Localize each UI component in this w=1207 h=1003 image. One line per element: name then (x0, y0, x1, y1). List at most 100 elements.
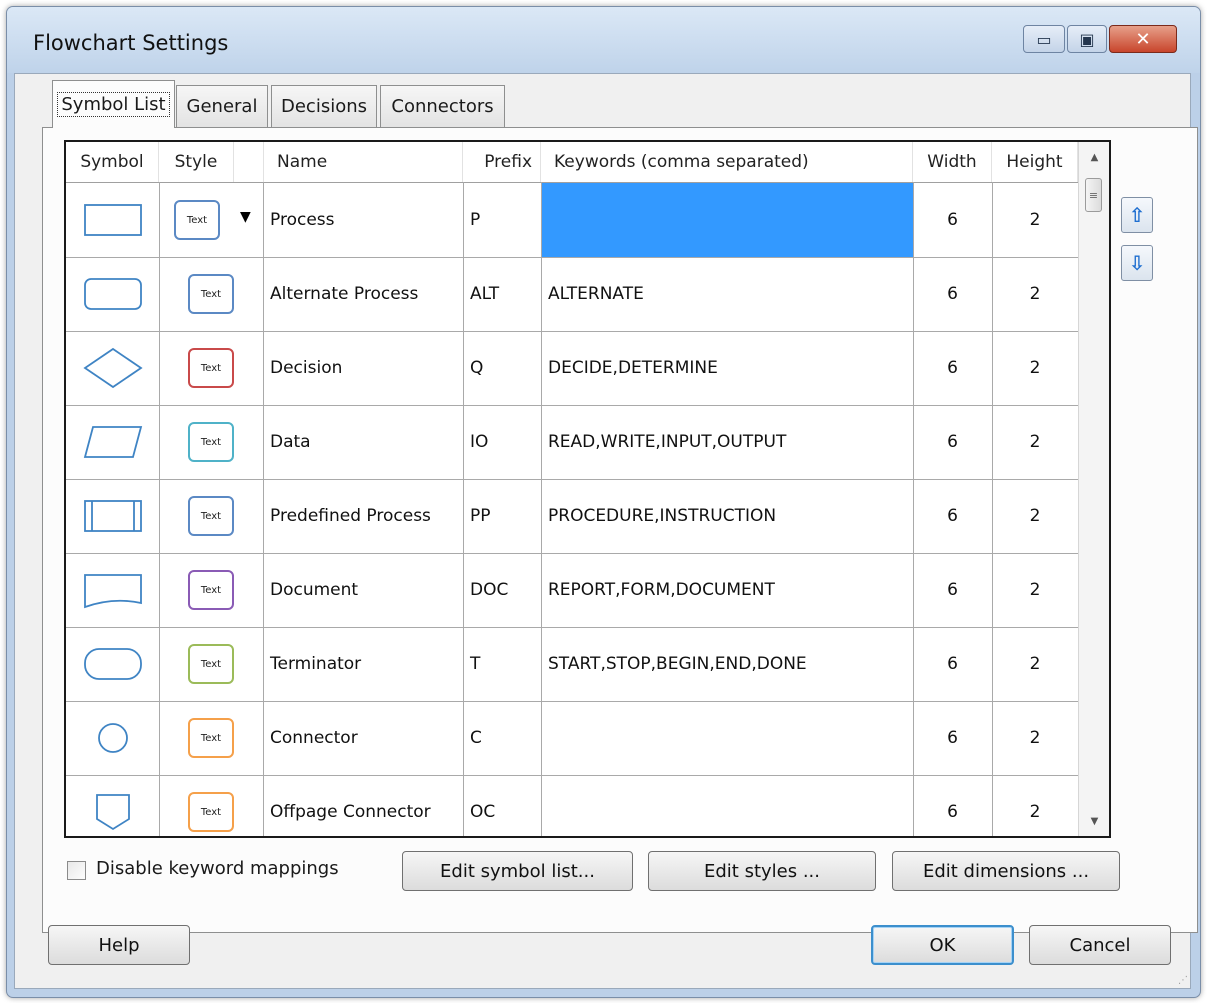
cell-width[interactable]: 6 (913, 331, 992, 404)
tab-label: Symbol List (57, 92, 170, 117)
move-down-button[interactable]: ⇩ (1121, 245, 1153, 281)
arrow-up-icon: ⇧ (1128, 203, 1146, 227)
cell-prefix[interactable]: IO (463, 405, 541, 478)
cell-prefix[interactable]: C (463, 701, 541, 774)
help-button[interactable]: Help (48, 925, 190, 965)
dialog-title: Flowchart Settings (33, 31, 229, 55)
cell-keywords[interactable] (541, 775, 913, 836)
style-swatch[interactable]: Text (188, 570, 234, 610)
tab-connectors[interactable]: Connectors (380, 85, 505, 127)
cell-name[interactable]: Offpage Connector (263, 775, 463, 836)
tab-label: Decisions (280, 96, 367, 117)
cell-name[interactable]: Alternate Process (263, 257, 463, 330)
cell-keywords[interactable] (541, 701, 913, 774)
cell-prefix[interactable]: ALT (463, 257, 541, 330)
column-header-width[interactable]: Width (913, 142, 992, 182)
cell-prefix[interactable]: P (463, 183, 541, 256)
style-swatch[interactable]: Text (188, 792, 234, 832)
scroll-up-icon[interactable]: ▲ (1079, 142, 1109, 172)
cell-keywords[interactable]: REPORT,FORM,DOCUMENT (541, 553, 913, 626)
maximize-button[interactable]: ▣ (1067, 25, 1107, 53)
cell-height[interactable]: 2 (992, 405, 1078, 478)
cell-prefix[interactable]: Q (463, 331, 541, 404)
cell-height[interactable]: 2 (992, 257, 1078, 330)
minimize-button[interactable]: ▭ (1023, 25, 1065, 53)
cell-height[interactable]: 2 (992, 479, 1078, 552)
cell-height[interactable]: 2 (992, 331, 1078, 404)
cell-name[interactable]: Process (263, 183, 463, 256)
disable-keyword-mappings-label[interactable]: Disable keyword mappings (96, 858, 339, 879)
column-divider (541, 182, 542, 836)
cell-name[interactable]: Predefined Process (263, 479, 463, 552)
style-swatch[interactable]: Text (188, 274, 234, 314)
style-swatch[interactable]: Text (188, 718, 234, 758)
column-divider (463, 182, 464, 836)
column-header-keywords[interactable]: Keywords (comma separated) (541, 142, 913, 182)
document-icon (66, 553, 159, 626)
edit-styles-button[interactable]: Edit styles ... (648, 851, 876, 891)
cell-name[interactable]: Data (263, 405, 463, 478)
column-header-name[interactable]: Name (263, 142, 463, 182)
cell-height[interactable]: 2 (992, 701, 1078, 774)
disable-keyword-mappings-checkbox[interactable] (67, 861, 86, 880)
style-swatch[interactable]: Text (188, 422, 234, 462)
style-swatch[interactable]: Text (188, 644, 234, 684)
tab-general[interactable]: General (176, 85, 268, 127)
process-icon (66, 183, 159, 256)
cell-height[interactable]: 2 (992, 553, 1078, 626)
cell-prefix[interactable]: PP (463, 479, 541, 552)
cell-height[interactable]: 2 (992, 183, 1078, 256)
cell-prefix[interactable]: OC (463, 775, 541, 836)
edit-dimensions-button[interactable]: Edit dimensions ... (892, 851, 1120, 891)
column-header-prefix[interactable]: Prefix (463, 142, 541, 182)
edit-symbol-list-button[interactable]: Edit symbol list... (402, 851, 633, 891)
cell-width[interactable]: 6 (913, 183, 992, 256)
style-dropdown-icon[interactable]: ▼ (240, 209, 251, 225)
cell-name[interactable]: Terminator (263, 627, 463, 700)
style-swatch[interactable]: Text (174, 200, 220, 240)
tab-label: General (186, 96, 258, 117)
table-scrollbar[interactable]: ▲ ≡ ▼ (1078, 142, 1109, 836)
cell-height[interactable]: 2 (992, 627, 1078, 700)
cell-width[interactable]: 6 (913, 775, 992, 836)
tab-label: Connectors (391, 96, 494, 117)
column-header-symbol[interactable]: Symbol (66, 142, 159, 182)
predefined-process-icon (66, 479, 159, 552)
cell-width[interactable]: 6 (913, 405, 992, 478)
title-bar[interactable]: Flowchart Settings ▭ ▣ ✕ (7, 7, 1200, 73)
column-header-height[interactable]: Height (992, 142, 1078, 182)
cell-keywords[interactable]: READ,WRITE,INPUT,OUTPUT (541, 405, 913, 478)
cell-name[interactable]: Document (263, 553, 463, 626)
tab-decisions[interactable]: Decisions (271, 85, 377, 127)
column-divider (992, 182, 993, 836)
cell-width[interactable]: 6 (913, 479, 992, 552)
column-divider (913, 182, 914, 836)
cell-name[interactable]: Connector (263, 701, 463, 774)
ok-button[interactable]: OK (871, 925, 1014, 965)
cell-width[interactable]: 6 (913, 627, 992, 700)
cell-width[interactable]: 6 (913, 257, 992, 330)
cell-keywords[interactable] (541, 183, 913, 256)
cell-keywords[interactable]: START,STOP,BEGIN,END,DONE (541, 627, 913, 700)
style-swatch[interactable]: Text (188, 348, 234, 388)
cell-width[interactable]: 6 (913, 553, 992, 626)
tab-symbol-list[interactable]: Symbol List (52, 80, 175, 128)
cell-height[interactable]: 2 (992, 775, 1078, 836)
cell-width[interactable]: 6 (913, 701, 992, 774)
resize-grip-icon[interactable]: ⋰ (1178, 975, 1188, 986)
column-header-style[interactable]: Style (159, 142, 234, 182)
cell-keywords[interactable]: PROCEDURE,INSTRUCTION (541, 479, 913, 552)
cell-name[interactable]: Decision (263, 331, 463, 404)
scroll-thumb[interactable]: ≡ (1085, 178, 1102, 212)
style-swatch[interactable]: Text (188, 496, 234, 536)
cell-prefix[interactable]: T (463, 627, 541, 700)
cell-keywords[interactable]: ALTERNATE (541, 257, 913, 330)
alternate-process-icon (66, 257, 159, 330)
cancel-button[interactable]: Cancel (1029, 925, 1171, 965)
move-up-button[interactable]: ⇧ (1121, 197, 1153, 233)
cell-prefix[interactable]: DOC (463, 553, 541, 626)
cell-keywords[interactable]: DECIDE,DETERMINE (541, 331, 913, 404)
close-button[interactable]: ✕ (1109, 25, 1177, 53)
decision-icon (66, 331, 159, 404)
scroll-down-icon[interactable]: ▼ (1079, 806, 1109, 836)
